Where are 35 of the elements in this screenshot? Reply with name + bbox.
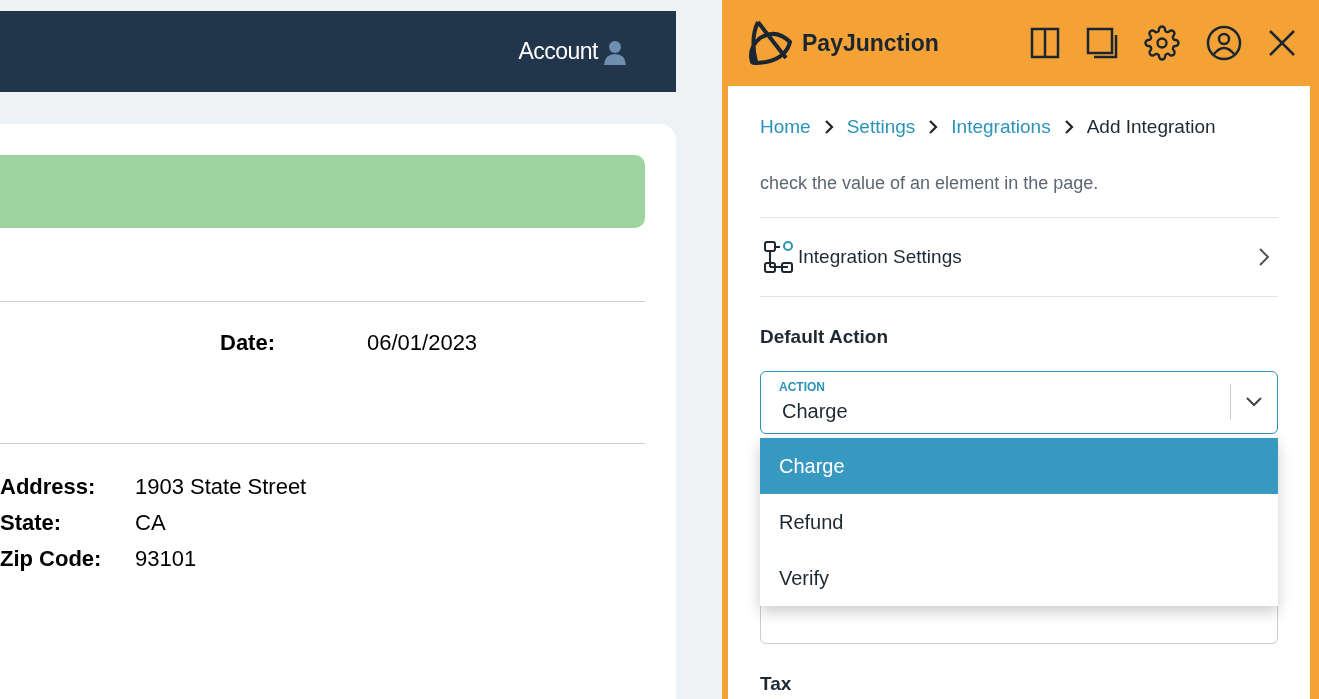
breadcrumb-link[interactable]: Home (760, 112, 811, 142)
settings-row[interactable]: Integration Settings (760, 217, 1278, 297)
date-label: Date: (220, 329, 276, 357)
dropdown-option[interactable]: Verify (760, 550, 1278, 606)
dropdown-option[interactable]: Refund (760, 494, 1278, 550)
logo-icon (746, 18, 794, 68)
field-label: Address: (0, 473, 97, 501)
select-label: ACTION (779, 379, 826, 396)
breadcrumb-link[interactable]: Integrations (951, 112, 1051, 142)
section-heading: Default Action (760, 325, 890, 349)
field-value: CA (135, 509, 166, 537)
chevron-right-icon (1258, 247, 1270, 267)
select-value: Charge (781, 399, 849, 424)
date-value: 06/01/2023 (367, 329, 478, 357)
chevron-down-icon (1245, 396, 1263, 408)
section-heading: Tax (760, 671, 793, 696)
split-view-icon[interactable] (1030, 27, 1060, 59)
brand-name: PayJunction (802, 28, 939, 58)
account-link[interactable]: Account (518, 34, 628, 69)
breadcrumb-link[interactable]: Settings (846, 112, 916, 142)
description-text: check the value of an element in the page. (760, 172, 1100, 195)
window-icon[interactable] (1086, 27, 1118, 59)
close-icon[interactable] (1268, 29, 1296, 57)
account-icon[interactable] (1206, 25, 1242, 61)
field-label: Zip Code: (0, 545, 103, 573)
action-select[interactable]: ACTION Charge (760, 370, 1278, 434)
settings-icon[interactable] (1144, 25, 1180, 61)
chevron-right-icon (1063, 120, 1074, 134)
field-label: State: (0, 509, 63, 537)
settings-row-label: Integration Settings (798, 244, 962, 269)
chevron-right-icon (823, 120, 834, 134)
chevron-right-icon (928, 120, 939, 134)
field-value: 1903 State Street (135, 473, 307, 501)
user-icon (602, 38, 628, 65)
field-value: 93101 (135, 545, 197, 573)
